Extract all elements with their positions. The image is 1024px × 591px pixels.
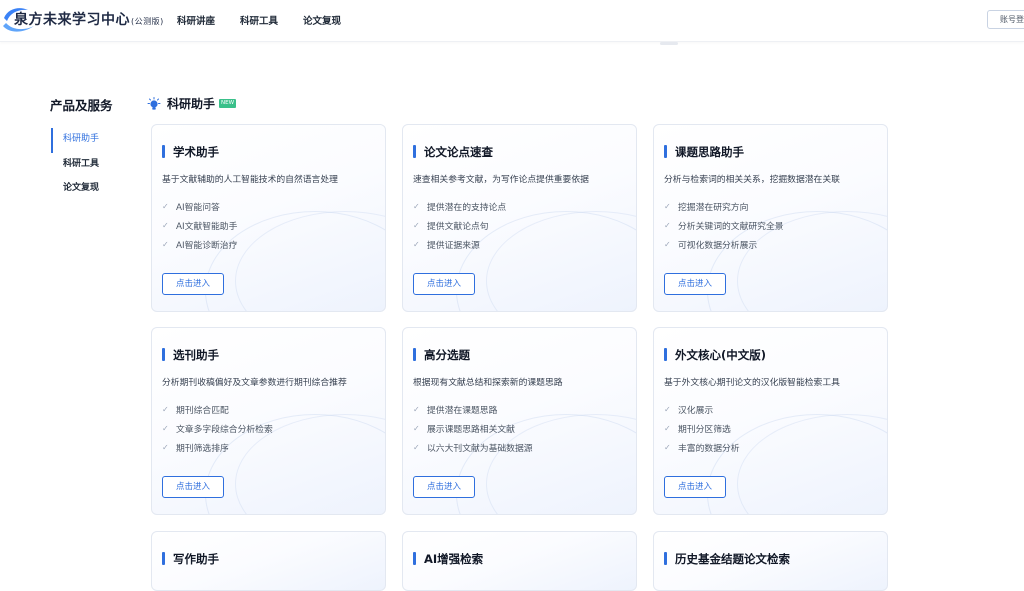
check-icon: ✓: [664, 221, 671, 230]
check-icon: ✓: [413, 240, 420, 249]
check-icon: ✓: [162, 240, 169, 249]
card-foreign-core-chinese: 外文核心(中文版) 基于外文核心期刊论文的汉化版智能检索工具 ✓ 汉化展示 ✓ 期刊…: [653, 327, 888, 515]
enter-button[interactable]: 点击进入: [413, 476, 475, 498]
site-logo[interactable]: 泉方未来学习中心(公测版): [2, 4, 164, 34]
card-description: 基于文献辅助的人工智能技术的自然语言处理: [162, 175, 338, 185]
card-ai-search: AI增强检索: [402, 531, 637, 591]
sidebar-item-research-tools[interactable]: 科研工具: [51, 153, 121, 178]
nav-item-reproduction[interactable]: 论文复现: [303, 13, 341, 27]
check-icon: ✓: [413, 202, 420, 211]
top-navbar: 泉方未来学习中心(公测版) 科研讲座 科研工具 论文复现 账号登录: [0, 0, 1024, 42]
nav-item-tools[interactable]: 科研工具: [240, 13, 278, 27]
card-academic-assistant: 学术助手 基于文献辅助的人工智能技术的自然语言处理 ✓ AI智能问答 ✓ AI文献智…: [151, 124, 386, 312]
section-title: 科研助手: [167, 97, 216, 111]
feature-list: ✓ 提供潜在的支持论点 ✓ 提供文献论点句 ✓ 提供证据来源: [413, 197, 506, 254]
card-high-score-topics: 高分选题 根据现有文献总结和探索新的课题思路 ✓ 提供潜在课题思路 ✓ 展示课题思路…: [402, 327, 637, 515]
card-description: 速查相关参考文献，为写作论点提供重要依据: [413, 175, 589, 185]
feature-item: ✓ 汉化展示: [664, 405, 714, 416]
sidebar-item-research-assistant[interactable]: 科研助手: [51, 128, 121, 153]
card-title: 课题思路助手: [664, 144, 744, 160]
card-writing-assistant: 写作助手: [151, 531, 386, 591]
feature-item: ✓ 提供文献论点句: [413, 221, 489, 232]
feature-item: ✓ 可视化数据分析展示: [664, 240, 758, 251]
card-title: AI增强检索: [413, 551, 483, 567]
feature-item: ✓ 期刊分区筛选: [664, 424, 731, 435]
check-icon: ✓: [664, 202, 671, 211]
card-title: 论文论点速查: [413, 144, 493, 160]
card-title: 外文核心(中文版): [664, 347, 766, 363]
sidebar-menu: 科研助手 科研工具 论文复现: [51, 128, 121, 202]
feature-item: ✓ 期刊综合匹配: [162, 405, 229, 416]
feature-item: ✓ AI智能诊断治疗: [162, 240, 238, 251]
feature-list: ✓ 期刊综合匹配 ✓ 文章多字段综合分析检索 ✓ 期刊筛选排序: [162, 400, 273, 457]
card-argument-search: 论文论点速查 速查相关参考文献，为写作论点提供重要依据 ✓ 提供潜在的支持论点 ✓…: [402, 124, 637, 312]
logo-subtitle: (公测版): [131, 17, 164, 26]
bulb-icon: [147, 96, 161, 110]
main-nav: 科研讲座 科研工具 论文复现: [177, 13, 366, 27]
feature-list: ✓ 挖掘潜在研究方向 ✓ 分析关键词的文献研究全景 ✓ 可视化数据分析展示: [664, 197, 784, 254]
check-icon: ✓: [413, 221, 420, 230]
enter-button[interactable]: 点击进入: [664, 476, 726, 498]
carousel-indicator[interactable]: [660, 42, 678, 45]
card-journal-selection: 选刊助手 分析期刊收稿偏好及文章参数进行期刊综合推荐 ✓ 期刊综合匹配 ✓ 文章多字…: [151, 327, 386, 515]
feature-list: ✓ 提供潜在课题思路 ✓ 展示课题思路相关文献 ✓ 以六大刊文献为基础数据源: [413, 400, 533, 457]
enter-button[interactable]: 点击进入: [413, 273, 475, 295]
check-icon: ✓: [413, 443, 420, 452]
check-icon: ✓: [413, 405, 420, 414]
check-icon: ✓: [413, 424, 420, 433]
check-icon: ✓: [664, 405, 671, 414]
nav-item-lectures[interactable]: 科研讲座: [177, 13, 215, 27]
feature-item: ✓ 提供潜在课题思路: [413, 405, 498, 416]
feature-item: ✓ 挖掘潜在研究方向: [664, 202, 749, 213]
check-icon: ✓: [162, 405, 169, 414]
card-fund-paper-search: 历史基金结题论文检索: [653, 531, 888, 591]
check-icon: ✓: [664, 240, 671, 249]
card-title: 历史基金结题论文检索: [664, 551, 790, 567]
check-icon: ✓: [162, 443, 169, 452]
feature-item: ✓ 丰富的数据分析: [664, 443, 740, 454]
feature-item: ✓ 分析关键词的文献研究全景: [664, 221, 784, 232]
new-badge: NEW: [219, 99, 237, 108]
sidebar-item-paper-reproduction[interactable]: 论文复现: [51, 177, 121, 202]
card-title: 写作助手: [162, 551, 219, 567]
feature-list: ✓ AI智能问答 ✓ AI文献智能助手 ✓ AI智能诊断治疗: [162, 197, 237, 254]
card-topic-ideas: 课题思路助手 分析与检索词的相关关系，挖掘数据潜在关联 ✓ 挖掘潜在研究方向 ✓ 分…: [653, 124, 888, 312]
feature-item: ✓ 展示课题思路相关文献: [413, 424, 515, 435]
check-icon: ✓: [162, 424, 169, 433]
check-icon: ✓: [664, 443, 671, 452]
feature-item: ✓ AI文献智能助手: [162, 221, 238, 232]
card-title: 学术助手: [162, 144, 219, 160]
enter-button[interactable]: 点击进入: [664, 273, 726, 295]
check-icon: ✓: [162, 202, 169, 211]
feature-item: ✓ AI智能问答: [162, 202, 220, 213]
logo-text: 泉方未来学习中心(公测版): [14, 12, 164, 28]
card-title: 高分选题: [413, 347, 470, 363]
login-button[interactable]: 账号登录: [987, 10, 1024, 29]
feature-item: ✓ 文章多字段综合分析检索: [162, 424, 273, 435]
card-description: 根据现有文献总结和探索新的课题思路: [413, 378, 563, 388]
feature-item: ✓ 提供潜在的支持论点: [413, 202, 507, 213]
check-icon: ✓: [664, 424, 671, 433]
enter-button[interactable]: 点击进入: [162, 273, 224, 295]
card-description: 基于外文核心期刊论文的汉化版智能检索工具: [664, 378, 840, 388]
feature-item: ✓ 期刊筛选排序: [162, 443, 229, 454]
card-description: 分析期刊收稿偏好及文章参数进行期刊综合推荐: [162, 378, 347, 388]
card-title: 选刊助手: [162, 347, 219, 363]
feature-list: ✓ 汉化展示 ✓ 期刊分区筛选 ✓ 丰富的数据分析: [664, 400, 740, 457]
enter-button[interactable]: 点击进入: [162, 476, 224, 498]
sidebar-title: 产品及服务: [50, 98, 113, 113]
card-description: 分析与检索词的相关关系，挖掘数据潜在关联: [664, 175, 840, 185]
section-header: 科研助手 NEW: [147, 95, 237, 112]
check-icon: ✓: [162, 221, 169, 230]
feature-item: ✓ 提供证据来源: [413, 240, 480, 251]
feature-item: ✓ 以六大刊文献为基础数据源: [413, 443, 533, 454]
